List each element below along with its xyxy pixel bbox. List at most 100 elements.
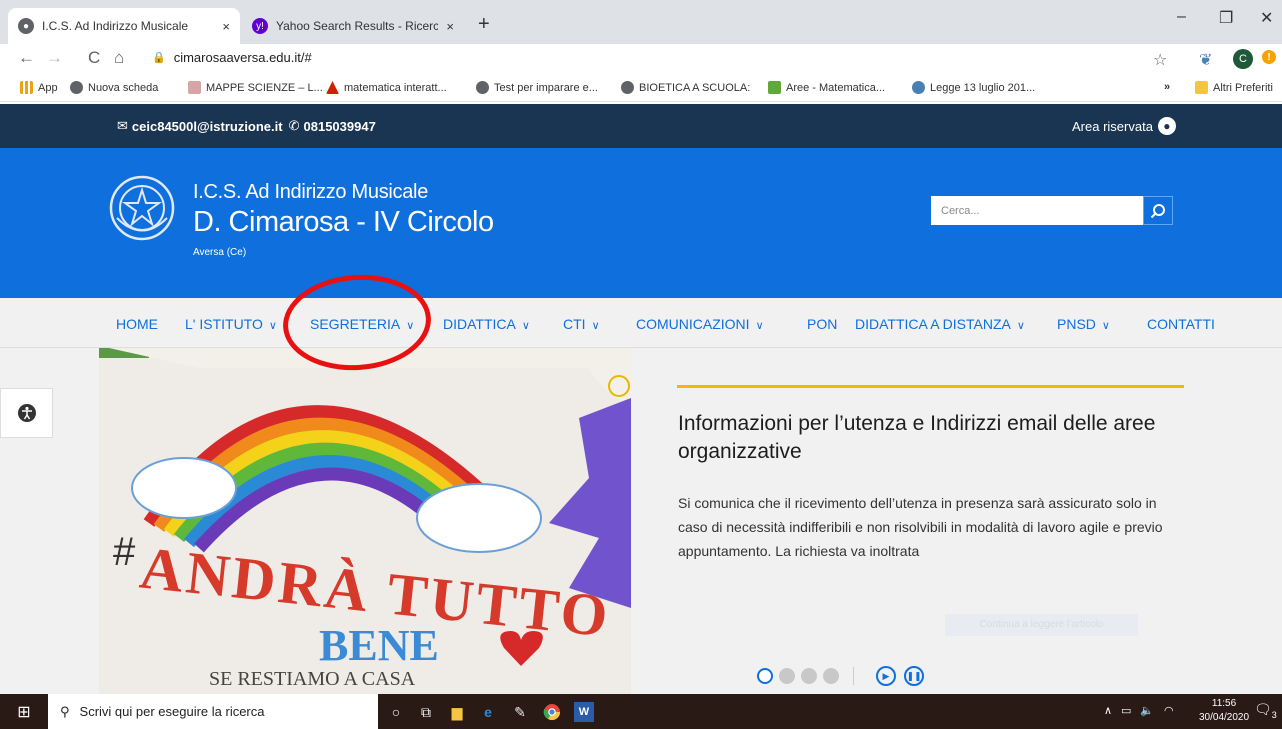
email-link[interactable]: ceic84500l@istruzione.it bbox=[132, 119, 283, 134]
carousel-dot-2[interactable] bbox=[779, 668, 795, 684]
minimize-button[interactable]: – bbox=[1177, 8, 1186, 26]
nav-pon[interactable]: PON bbox=[807, 316, 837, 332]
new-tab-button[interactable]: + bbox=[478, 13, 490, 36]
extension-icon[interactable]: ❦ bbox=[1199, 50, 1212, 70]
play-icon[interactable]: ▶ bbox=[876, 666, 896, 686]
cortana-icon[interactable]: ○ bbox=[386, 702, 406, 722]
bookmark-legge[interactable]: Legge 13 luglio 201... bbox=[912, 81, 1035, 94]
file-explorer-icon[interactable]: ▆ bbox=[447, 702, 467, 722]
chevron-down-icon: ∨ bbox=[591, 320, 600, 332]
site-search-input[interactable]: Cerca... bbox=[931, 196, 1143, 225]
bookmark-label: Test per imparare e... bbox=[494, 81, 598, 94]
nav-comunicazioni[interactable]: COMUNICAZIONI ∨ bbox=[636, 316, 764, 332]
bookmark-star-icon[interactable]: ☆ bbox=[1153, 50, 1167, 70]
phone-icon: ✆ bbox=[288, 118, 300, 133]
back-button[interactable]: ← bbox=[18, 48, 35, 68]
word-icon[interactable]: W bbox=[574, 702, 594, 722]
wifi-icon[interactable]: ◠ bbox=[1164, 704, 1174, 717]
tab-yahoo[interactable]: y! Yahoo Search Results - Ricerca ne × bbox=[242, 8, 464, 44]
bookmark-nuova-scheda[interactable]: Nuova scheda bbox=[70, 81, 158, 94]
carousel-dot-1[interactable] bbox=[757, 668, 773, 684]
update-alert-icon[interactable]: ! bbox=[1262, 50, 1276, 64]
carousel-dot-3[interactable] bbox=[801, 668, 817, 684]
close-window-button[interactable]: ✕ bbox=[1260, 8, 1273, 28]
system-clock[interactable]: 11:56 30/04/2020 bbox=[1199, 697, 1249, 725]
accessibility-icon bbox=[17, 404, 36, 422]
bookmark-label: App bbox=[38, 81, 58, 94]
forward-button[interactable]: → bbox=[46, 48, 63, 68]
bookmark-matematica[interactable]: matematica interatt... bbox=[326, 81, 447, 94]
chevron-down-icon: ∨ bbox=[268, 320, 277, 332]
nav-didattica-distanza[interactable]: DIDATTICA A DISTANZA ∨ bbox=[855, 316, 1025, 332]
phone-number[interactable]: 0815039947 bbox=[304, 119, 376, 134]
close-tab-button[interactable]: × bbox=[446, 19, 454, 34]
close-tab-button[interactable]: × bbox=[222, 19, 230, 34]
nav-didattica[interactable]: DIDATTICA ∨ bbox=[443, 316, 530, 332]
bookmark-test[interactable]: Test per imparare e... bbox=[476, 81, 598, 94]
clock-time: 11:56 bbox=[1211, 698, 1237, 709]
hero-text-line3: SE RESTIAMO A CASA bbox=[209, 668, 416, 690]
site-header: I.C.S. Ad Indirizzo Musicale D. Cimarosa… bbox=[0, 148, 1282, 298]
chevron-down-icon: ∨ bbox=[755, 320, 764, 332]
taskbar-search-box[interactable]: ⚲ Scrivi qui per eseguire la ricerca bbox=[48, 694, 378, 729]
nav-home[interactable]: HOME bbox=[116, 316, 158, 332]
browser-tabstrip: ● I.C.S. Ad Indirizzo Musicale × y! Yaho… bbox=[0, 0, 1282, 44]
chrome-icon[interactable] bbox=[542, 702, 562, 722]
school-city: Aversa (Ce) bbox=[193, 247, 247, 258]
reserved-area-label: Area riservata bbox=[1072, 118, 1153, 134]
nav-pnsd[interactable]: PNSD ∨ bbox=[1057, 316, 1110, 332]
profile-avatar[interactable]: C bbox=[1233, 49, 1253, 69]
battery-icon[interactable]: ▭ bbox=[1121, 704, 1131, 717]
reserved-area-link[interactable]: Area riservata ● bbox=[1072, 117, 1176, 135]
bookmark-label: Altri Preferiti bbox=[1213, 81, 1273, 94]
bookmark-apps[interactable]: App bbox=[20, 81, 58, 94]
mail-icon: ✉ bbox=[117, 118, 128, 133]
bookmarks-more-button[interactable]: » bbox=[1164, 81, 1170, 93]
windows-taskbar: ⊞ ⚲ Scrivi qui per eseguire la ricerca ○… bbox=[0, 694, 1282, 729]
carousel-dot-4[interactable] bbox=[823, 668, 839, 684]
school-title[interactable]: D. Cimarosa - IV Circolo bbox=[193, 206, 494, 239]
task-view-icon[interactable]: ⧉ bbox=[416, 702, 436, 722]
contact-info: ✉ ceic84500l@istruzione.it ✆ 0815039947 bbox=[117, 118, 376, 134]
folder-icon bbox=[1195, 81, 1208, 94]
nav-istituto[interactable]: L' ISTITUTO ∨ bbox=[185, 316, 277, 332]
bookmark-aree-matematica[interactable]: Aree - Matematica... bbox=[768, 81, 885, 94]
triangle-logo-icon bbox=[326, 81, 339, 94]
bookmark-label: Nuova scheda bbox=[88, 81, 159, 94]
other-bookmarks-folder[interactable]: Altri Preferiti bbox=[1195, 81, 1273, 94]
news-title[interactable]: Informazioni per l’utenza e Indirizzi em… bbox=[678, 410, 1178, 466]
main-navigation: HOME L' ISTITUTO ∨ SEGRETERIA ∨ DIDATTICA ∨… bbox=[0, 298, 1282, 348]
paint-icon[interactable]: ✎ bbox=[510, 702, 530, 722]
globe-icon bbox=[621, 81, 634, 94]
tab-title: I.C.S. Ad Indirizzo Musicale bbox=[42, 19, 189, 33]
carousel-controls: ▶ ❚❚ bbox=[757, 666, 924, 686]
search-button[interactable] bbox=[1143, 196, 1173, 225]
hero-slide-image[interactable]: # ANDRÀ TUTTO BENE SE RESTIAMO A CASA bbox=[99, 348, 631, 694]
chevron-down-icon: ∨ bbox=[1101, 320, 1110, 332]
read-more-button[interactable]: Continua a leggere l’articolo bbox=[945, 614, 1138, 636]
address-bar[interactable]: 🔒 cimarosaaversa.edu.it/# bbox=[152, 50, 312, 65]
nav-contatti[interactable]: CONTATTI bbox=[1147, 316, 1215, 332]
edge-icon[interactable]: e bbox=[478, 702, 498, 722]
school-subtitle: I.C.S. Ad Indirizzo Musicale bbox=[193, 181, 429, 203]
bookmark-mappe-scienze[interactable]: MAPPE SCIENZE – L... bbox=[188, 81, 323, 94]
home-button[interactable]: ⌂ bbox=[114, 48, 124, 68]
tab-icsmusicale[interactable]: ● I.C.S. Ad Indirizzo Musicale × bbox=[8, 8, 240, 44]
windows-start-icon[interactable]: ⊞ bbox=[14, 702, 34, 722]
nav-cti[interactable]: CTI ∨ bbox=[563, 316, 600, 332]
pause-icon[interactable]: ❚❚ bbox=[904, 666, 924, 686]
accessibility-button[interactable] bbox=[0, 388, 53, 438]
globe-icon bbox=[912, 81, 925, 94]
search-icon bbox=[1150, 203, 1165, 218]
tray-chevron-icon[interactable]: ∧ bbox=[1104, 704, 1112, 717]
tab-title: Yahoo Search Results - Ricerca ne bbox=[276, 19, 439, 33]
taskbar-search-placeholder: Scrivi qui per eseguire la ricerca bbox=[79, 704, 265, 719]
yahoo-icon: y! bbox=[252, 18, 268, 34]
notification-center-icon[interactable]: 🗨3 bbox=[1254, 701, 1277, 720]
globe-icon bbox=[476, 81, 489, 94]
reload-button[interactable]: C bbox=[88, 48, 100, 68]
notification-count: 3 bbox=[1271, 709, 1277, 720]
restore-button[interactable]: ❐ bbox=[1219, 8, 1233, 28]
bookmark-bioetica[interactable]: BIOETICA A SCUOLA: bbox=[621, 81, 750, 94]
volume-icon[interactable]: 🔈 bbox=[1140, 704, 1154, 717]
